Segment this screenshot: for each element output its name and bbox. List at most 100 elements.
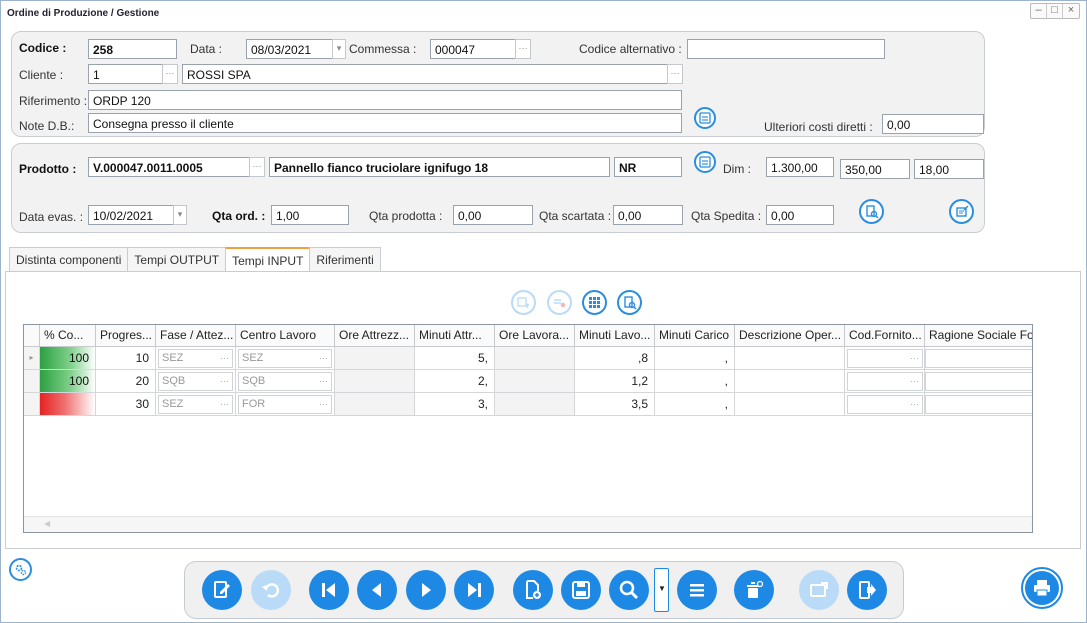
fase-cell[interactable]: SEZ ··· bbox=[156, 347, 236, 370]
fase-combo[interactable]: SEZ ··· bbox=[158, 349, 233, 368]
col-header-min-attr[interactable]: Minuti Attr... bbox=[415, 325, 495, 347]
min-car-cell[interactable]: , bbox=[655, 393, 735, 416]
centro-cell[interactable]: SEZ ··· bbox=[236, 347, 335, 370]
edit-list-icon[interactable] bbox=[949, 199, 974, 224]
min-car-cell[interactable]: , bbox=[655, 347, 735, 370]
rag-soc-field[interactable] bbox=[925, 395, 1032, 414]
col-header-descr[interactable]: Descrizione Oper... bbox=[735, 325, 845, 347]
cod-forn-combo[interactable]: ··· bbox=[847, 349, 923, 368]
qta-scart-input[interactable]: 0,00 bbox=[613, 205, 683, 225]
costi-input[interactable]: 0,00 bbox=[882, 114, 984, 134]
col-header-cod-forn[interactable]: Cod.Fornito... bbox=[845, 325, 925, 347]
centro-combo[interactable]: SQB ··· bbox=[238, 372, 332, 391]
lookup-dots-icon[interactable]: ··· bbox=[910, 396, 919, 413]
date-dropdown-icon[interactable]: ▾ bbox=[332, 39, 346, 59]
centro-cell[interactable]: FOR ··· bbox=[236, 393, 335, 416]
codice-alt-input[interactable] bbox=[687, 39, 885, 59]
data-evas-input[interactable]: 10/02/2021 bbox=[88, 205, 174, 225]
fase-cell[interactable]: SEZ ··· bbox=[156, 393, 236, 416]
dim2-input[interactable]: 350,00 bbox=[840, 159, 910, 179]
delete-button[interactable] bbox=[734, 570, 774, 610]
descr-cell[interactable] bbox=[735, 347, 845, 370]
descr-cell[interactable] bbox=[735, 370, 845, 393]
col-header-ore-attr[interactable]: Ore Attrezz... bbox=[335, 325, 415, 347]
centro-cell[interactable]: SQB ··· bbox=[236, 370, 335, 393]
min-attr-cell[interactable]: 3, bbox=[415, 393, 495, 416]
col-header-progressivo[interactable]: Progres... bbox=[96, 325, 156, 347]
col-header-pct[interactable]: % Co... bbox=[40, 325, 96, 347]
date-dropdown-icon[interactable]: ▾ bbox=[173, 205, 187, 225]
cod-forn-combo[interactable]: ··· bbox=[847, 372, 923, 391]
cliente-code-input[interactable]: 1 bbox=[88, 64, 163, 84]
min-lav-cell[interactable]: 1,2 bbox=[575, 370, 655, 393]
commessa-input[interactable]: 000047 bbox=[430, 39, 516, 59]
col-header-min-car[interactable]: Minuti Carico bbox=[655, 325, 735, 347]
ore-lav-cell[interactable] bbox=[495, 370, 575, 393]
first-record-button[interactable] bbox=[309, 570, 349, 610]
horizontal-scrollbar[interactable]: ◀ ▶ bbox=[24, 516, 1033, 532]
ore-attr-cell[interactable] bbox=[335, 347, 415, 370]
lookup-dots-icon[interactable]: ··· bbox=[220, 350, 229, 367]
cliente-name-lookup-icon[interactable]: ··· bbox=[667, 64, 683, 84]
tab-riferimenti[interactable]: Riferimenti bbox=[309, 247, 381, 271]
lookup-dots-icon[interactable]: ··· bbox=[910, 350, 919, 367]
scroll-right-icon[interactable]: ▶ bbox=[1032, 519, 1033, 528]
codice-input[interactable]: 258 bbox=[88, 39, 177, 59]
fase-combo[interactable]: SEZ ··· bbox=[158, 395, 233, 414]
search-dropdown-button[interactable]: ▼ bbox=[654, 568, 669, 612]
cliente-name-input[interactable]: ROSSI SPA bbox=[182, 64, 668, 84]
min-attr-cell[interactable]: 5, bbox=[415, 347, 495, 370]
centro-combo[interactable]: SEZ ··· bbox=[238, 349, 332, 368]
dim3-input[interactable]: 18,00 bbox=[914, 159, 984, 179]
next-record-button[interactable] bbox=[406, 570, 446, 610]
rag-soc-cell[interactable] bbox=[925, 393, 1032, 416]
fase-combo[interactable]: SQB ··· bbox=[158, 372, 233, 391]
list-button[interactable] bbox=[677, 570, 717, 610]
lookup-dots-icon[interactable]: ··· bbox=[319, 373, 328, 390]
qta-ord-input[interactable]: 1,00 bbox=[271, 205, 349, 225]
note-input[interactable]: Consegna presso il cliente bbox=[88, 113, 682, 133]
col-header-fase[interactable]: Fase / Attez... bbox=[156, 325, 236, 347]
rag-soc-field[interactable] bbox=[925, 349, 1032, 368]
print-button[interactable] bbox=[1021, 567, 1063, 609]
scroll-left-icon[interactable]: ◀ bbox=[44, 519, 50, 528]
previous-record-button[interactable] bbox=[357, 570, 397, 610]
min-attr-cell[interactable]: 2, bbox=[415, 370, 495, 393]
min-lav-cell[interactable]: 3,5 bbox=[575, 393, 655, 416]
col-header-centro[interactable]: Centro Lavoro bbox=[236, 325, 335, 347]
data-input[interactable]: 08/03/2021 bbox=[246, 39, 333, 59]
calculator-icon[interactable] bbox=[694, 107, 716, 129]
col-header-rag-soc[interactable]: Ragione Sociale Forni bbox=[925, 325, 1032, 347]
um-input[interactable]: NR bbox=[614, 157, 682, 177]
search-document-icon[interactable] bbox=[617, 290, 642, 315]
edit-document-button[interactable] bbox=[202, 570, 242, 610]
cod-forn-cell[interactable]: ··· bbox=[845, 370, 925, 393]
exit-button[interactable] bbox=[847, 570, 887, 610]
prodotto-lookup-icon[interactable]: ··· bbox=[249, 157, 265, 177]
col-header-min-lav[interactable]: Minuti Lavo... bbox=[575, 325, 655, 347]
qta-prod-input[interactable]: 0,00 bbox=[453, 205, 533, 225]
rag-soc-cell[interactable] bbox=[925, 370, 1032, 393]
descr-cell[interactable] bbox=[735, 393, 845, 416]
cliente-lookup-icon[interactable]: ··· bbox=[162, 64, 178, 84]
qta-sped-input[interactable]: 0,00 bbox=[766, 205, 834, 225]
cod-forn-combo[interactable]: ··· bbox=[847, 395, 923, 414]
prodotto-code-input[interactable]: V.000047.0011.0005 bbox=[88, 157, 250, 177]
lookup-dots-icon[interactable]: ··· bbox=[319, 396, 328, 413]
search-document-icon[interactable] bbox=[859, 199, 884, 224]
new-document-button[interactable] bbox=[513, 570, 553, 610]
grid-columns-icon[interactable] bbox=[582, 290, 607, 315]
calculator-icon[interactable] bbox=[694, 151, 716, 173]
centro-combo[interactable]: FOR ··· bbox=[238, 395, 332, 414]
cod-forn-cell[interactable]: ··· bbox=[845, 393, 925, 416]
riferimento-input[interactable]: ORDP 120 bbox=[88, 90, 682, 110]
settings-icon[interactable] bbox=[9, 558, 32, 581]
lookup-dots-icon[interactable]: ··· bbox=[220, 396, 229, 413]
search-button[interactable] bbox=[609, 570, 649, 610]
min-lav-cell[interactable]: ,8 bbox=[575, 347, 655, 370]
close-icon[interactable]: × bbox=[1063, 4, 1079, 18]
maximize-icon[interactable]: □ bbox=[1047, 4, 1063, 18]
row-indicator[interactable]: ▸ bbox=[24, 347, 40, 370]
last-record-button[interactable] bbox=[454, 570, 494, 610]
minimize-icon[interactable]: – bbox=[1031, 4, 1047, 18]
